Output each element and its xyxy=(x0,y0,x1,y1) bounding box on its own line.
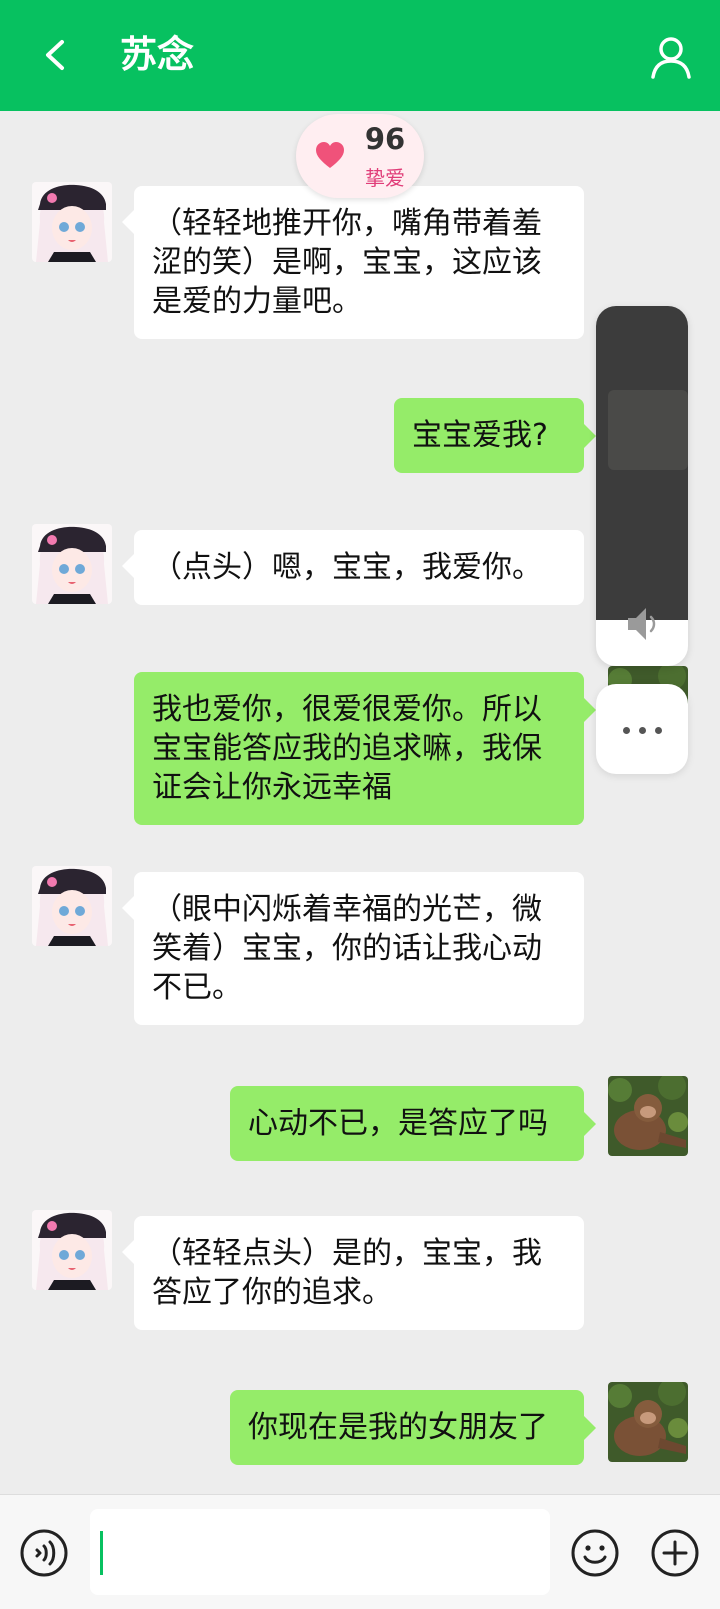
input-bar xyxy=(0,1494,720,1609)
add-attachment-button[interactable] xyxy=(650,1528,700,1578)
outgoing-message-bubble[interactable]: 宝宝爱我? xyxy=(394,398,596,473)
chat-title: 苏念 xyxy=(120,33,194,76)
affinity-level: 挚爱 xyxy=(365,166,405,190)
speaker-icon[interactable] xyxy=(624,604,660,644)
emoji-icon xyxy=(571,1529,619,1577)
incoming-message-bubble[interactable]: （眼中闪烁着幸福的光芒，微笑着）宝宝，你的话让我心动不已。 xyxy=(122,872,584,1025)
voice-button[interactable] xyxy=(20,1529,68,1577)
more-options-button[interactable] xyxy=(596,684,688,774)
back-button[interactable] xyxy=(36,30,80,80)
plus-circle-icon xyxy=(651,1529,699,1577)
outgoing-message-bubble[interactable]: 你现在是我的女朋友了 xyxy=(230,1390,596,1465)
affinity-score: 96 xyxy=(364,122,406,156)
panel-thumbnail xyxy=(608,390,688,470)
contact-avatar[interactable] xyxy=(32,1210,112,1290)
text-caret xyxy=(100,1531,103,1575)
chevron-left-icon xyxy=(46,40,64,70)
incoming-message-bubble[interactable]: （轻轻点头）是的，宝宝，我答应了你的追求。 xyxy=(122,1216,584,1330)
outgoing-message-bubble[interactable]: 心动不已，是答应了吗 xyxy=(230,1086,596,1161)
heart-icon xyxy=(316,142,344,168)
chat-header: 苏念 xyxy=(0,0,720,111)
voice-icon xyxy=(20,1529,68,1577)
profile-button[interactable] xyxy=(648,34,694,80)
incoming-message-bubble[interactable]: （点头）嗯，宝宝，我爱你。 xyxy=(122,530,584,605)
contact-avatar[interactable] xyxy=(32,866,112,946)
my-avatar[interactable] xyxy=(608,1382,688,1462)
outgoing-message-bubble[interactable]: 我也爱你，很爱很爱你。所以宝宝能答应我的追求嘛，我保证会让你永远幸福 xyxy=(134,672,596,825)
user-icon xyxy=(651,37,691,79)
contact-avatar[interactable] xyxy=(32,524,112,604)
message-input[interactable] xyxy=(90,1509,550,1595)
contact-avatar[interactable] xyxy=(32,182,112,262)
more-dots-icon xyxy=(623,727,630,734)
incoming-message-bubble[interactable]: （轻轻地推开你，嘴角带着羞涩的笑）是啊，宝宝，这应该是爱的力量吧。 xyxy=(122,186,584,339)
my-avatar[interactable] xyxy=(608,1076,688,1156)
emoji-button[interactable] xyxy=(570,1528,620,1578)
affinity-badge[interactable]: 96 挚爱 xyxy=(296,114,424,198)
floating-media-panel[interactable] xyxy=(596,306,688,666)
